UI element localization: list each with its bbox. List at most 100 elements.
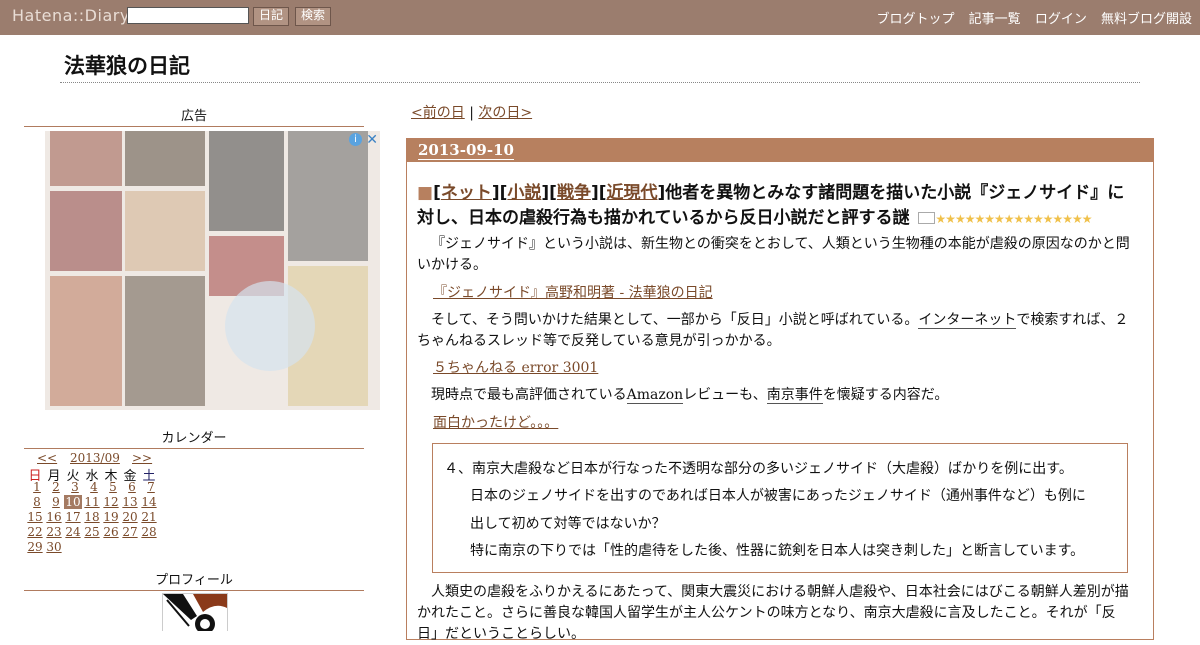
ad-poster: [50, 131, 122, 186]
calendar: << 2013/09 >> 日 月 火 水 木 金 土 1 2 3 4 5 6 …: [24, 451, 164, 555]
section-marker[interactable]: ■: [417, 183, 433, 203]
calendar-day[interactable]: 2: [47, 480, 65, 494]
blockquote: ４、南京大虐殺など日本が行なった不透明な部分の多いジェノサイド（大虐殺）ばかりを…: [432, 443, 1128, 573]
calendar-next-link[interactable]: >>: [132, 451, 152, 465]
page-title[interactable]: 法華狼の日記: [64, 50, 190, 80]
calendar-day[interactable]: 9: [47, 495, 65, 509]
calendar-month-link[interactable]: 2013/09: [70, 451, 120, 465]
search-input[interactable]: [127, 7, 249, 24]
diary-search-button[interactable]: 日記: [253, 7, 290, 26]
review-link: 面白かったけど。。。: [433, 413, 1133, 434]
search-button[interactable]: 検索: [295, 7, 332, 26]
add-star-icon[interactable]: [918, 212, 936, 224]
ad-poster: [125, 191, 205, 271]
keyword-link[interactable]: インターネット: [918, 312, 1017, 329]
quote-line: ４、南京大虐殺など日本が行なった不透明な部分の多いジェノサイド（大虐殺）ばかりを…: [444, 461, 1073, 477]
keyword-link[interactable]: Amazon: [626, 387, 684, 404]
calendar-day[interactable]: 5: [104, 480, 122, 494]
genocide-review-link-text[interactable]: 『ジェノサイド』高野和明著 - 法華狼の日記: [433, 285, 713, 301]
login-link[interactable]: ログイン: [1035, 12, 1087, 27]
calendar-day[interactable]: 19: [102, 510, 120, 524]
calendar-day[interactable]: 3: [66, 480, 84, 494]
header-bar: Hatena::Diary 日記 検索 ブログトップ 記事一覧 ログイン 無料ブ…: [0, 0, 1200, 35]
quote-line: 出して初めて対等ではないか？: [470, 516, 666, 532]
thread-link-text[interactable]: ５ちゃんねる error 3001: [433, 360, 598, 376]
avatar[interactable]: [162, 593, 228, 631]
calendar-nav: << 2013/09 >>: [24, 451, 164, 465]
calendar-day[interactable]: 14: [140, 495, 158, 509]
tag-link[interactable]: 近現代: [606, 183, 657, 203]
ad-circle-graphic: [225, 281, 315, 371]
entry-date[interactable]: 2013-09-10: [418, 141, 514, 160]
wolf-avatar-icon: [163, 594, 227, 631]
ad-heading: 広告: [24, 105, 364, 127]
calendar-day[interactable]: 20: [121, 510, 139, 524]
calendar-day[interactable]: 26: [102, 525, 120, 539]
quote-line: 特に南京の下りでは「性的虐待をした後、性器に銃剣を日本人は突き刺した」と断言して…: [470, 543, 1085, 559]
calendar-day-today[interactable]: 10: [64, 495, 82, 509]
quote-line: 日本のジェノサイドを出すのであれば日本人が被害にあったジェノサイド（通州事件など…: [470, 488, 1086, 504]
article-list-link[interactable]: 記事一覧: [969, 12, 1021, 27]
profile-heading: プロフィール: [24, 569, 364, 591]
star-rating[interactable]: ★★★★★★★★★★★★★★★★: [935, 212, 1092, 226]
entry-date-bar: 2013-09-10: [407, 139, 1153, 162]
paragraph: 現時点で最も高評価されているAmazonレビューも、南京事件を懐疑する内容だ。: [417, 385, 1133, 406]
ad-close-icon[interactable]: ✕: [366, 132, 378, 148]
tag-link[interactable]: 小説: [507, 183, 541, 203]
prev-day-link[interactable]: <前の日: [411, 105, 465, 121]
ad-poster: [50, 276, 122, 406]
calendar-day[interactable]: 30: [45, 540, 63, 554]
calendar-week: 22 23 24 25 26 27 28: [24, 525, 164, 540]
calendar-day[interactable]: 6: [123, 480, 141, 494]
blog-top-link[interactable]: ブログトップ: [877, 12, 955, 27]
paragraph-text: レビューも、: [683, 387, 767, 403]
calendar-week: 1 2 3 4 5 6 7: [24, 480, 164, 495]
diary-entry: 2013-09-10 ■[ネット][小説][戦争][近現代]他者を異物とみなす諸…: [406, 138, 1154, 642]
ad-poster: [50, 191, 122, 271]
paragraph-text: 現時点で最も高評価されている: [431, 387, 627, 403]
calendar-day[interactable]: 24: [64, 525, 82, 539]
day-navigation: <前の日 | 次の日>: [411, 102, 532, 122]
calendar-day[interactable]: 1: [28, 480, 46, 494]
day-nav-separator: |: [469, 105, 474, 121]
calendar-day[interactable]: 4: [85, 480, 103, 494]
calendar-heading: カレンダー: [24, 427, 364, 449]
calendar-day[interactable]: 23: [45, 525, 63, 539]
calendar-day[interactable]: 15: [26, 510, 44, 524]
hatena-diary-logo[interactable]: Hatena::Diary: [12, 6, 130, 25]
free-blog-link[interactable]: 無料ブログ開設: [1101, 12, 1192, 27]
entry-title: ■[ネット][小説][戦争][近現代]他者を異物とみなす諸問題を描いた小説『ジェ…: [417, 183, 1125, 228]
calendar-day[interactable]: 18: [83, 510, 101, 524]
calendar-day[interactable]: 27: [121, 525, 139, 539]
thread-link: ５ちゃんねる error 3001: [433, 358, 1133, 379]
calendar-day[interactable]: 16: [45, 510, 63, 524]
calendar-day[interactable]: 25: [83, 525, 101, 539]
review-link-text[interactable]: 面白かったけど。。。: [433, 415, 558, 431]
calendar-prev-link[interactable]: <<: [37, 451, 57, 465]
calendar-day[interactable]: 28: [140, 525, 158, 539]
calendar-day[interactable]: 11: [83, 495, 101, 509]
paragraph-text: を懐疑する内容だ。: [822, 387, 949, 403]
calendar-day[interactable]: 7: [142, 480, 160, 494]
ad-poster: [288, 131, 368, 261]
header-links: ブログトップ 記事一覧 ログイン 無料ブログ開設: [867, 8, 1192, 27]
calendar-day[interactable]: 29: [26, 540, 44, 554]
calendar-day[interactable]: 17: [64, 510, 82, 524]
paragraph: 人類史の虐殺をふりかえるにあたって、関東大震災における朝鮮人虐殺や、日本社会には…: [417, 584, 1129, 642]
keyword-link[interactable]: 南京事件: [766, 387, 823, 404]
calendar-week: 15 16 17 18 19 20 21: [24, 510, 164, 525]
ad-poster: [125, 131, 205, 186]
ad-poster: [125, 276, 205, 406]
ad-banner[interactable]: i ✕: [45, 131, 380, 410]
calendar-day[interactable]: 8: [28, 495, 46, 509]
calendar-day[interactable]: 12: [102, 495, 120, 509]
paragraph: そして、そう問いかけた結果として、一部から「反日」小説と呼ばれている。インターネ…: [417, 310, 1133, 352]
calendar-day[interactable]: 22: [26, 525, 44, 539]
next-day-link[interactable]: 次の日>: [478, 105, 532, 121]
tag-link[interactable]: ネット: [441, 183, 492, 203]
calendar-day[interactable]: 13: [121, 495, 139, 509]
genocide-review-link: 『ジェノサイド』高野和明著 - 法華狼の日記: [433, 283, 1133, 304]
tag-link[interactable]: 戦争: [557, 183, 591, 203]
calendar-day[interactable]: 21: [140, 510, 158, 524]
ad-info-icon[interactable]: i: [349, 133, 362, 146]
